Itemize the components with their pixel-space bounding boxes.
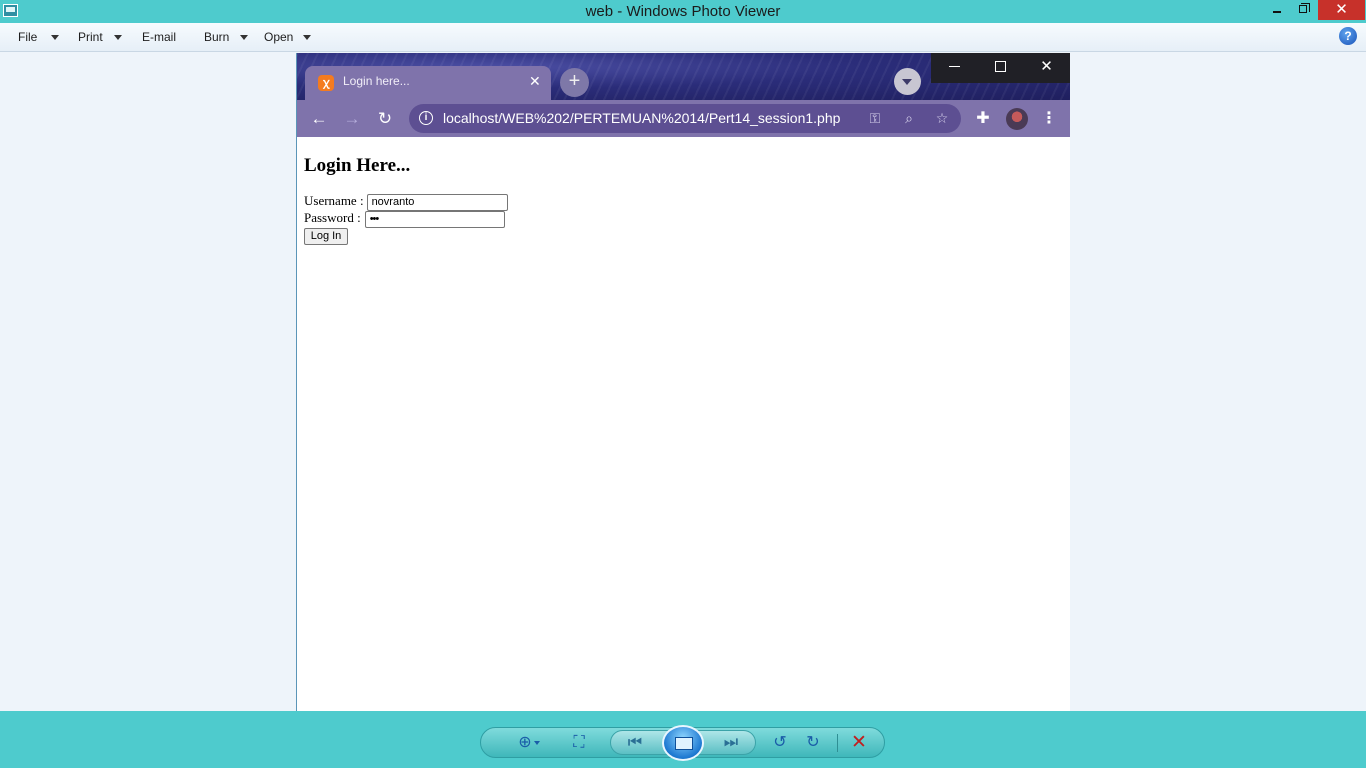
minimize-button[interactable] [1264, 0, 1290, 20]
slideshow-icon [675, 737, 693, 750]
tab-title: Login here... [343, 74, 410, 88]
slideshow-button[interactable] [662, 725, 704, 761]
previous-icon[interactable]: ⏮ [622, 728, 648, 757]
web-page: Login Here... Username : novranto Passwor… [297, 137, 1070, 711]
viewer-controls: ⊕ ⛶ ⏮ ⏭ ↺ ↻ ✕ [480, 725, 885, 761]
tab-close-icon[interactable]: ✕ [529, 66, 541, 100]
reload-icon[interactable]: ↻ [372, 100, 398, 137]
actual-size-icon[interactable]: ⛶ [567, 728, 591, 757]
browser-close-button[interactable]: ✕ [1023, 53, 1070, 81]
displayed-screenshot: ꭓ Login here... ✕ + ✕ ← → ↻ i localhost/… [296, 53, 1070, 711]
menu-open-dropdown-icon[interactable] [303, 35, 311, 40]
login-button[interactable]: Log In [304, 228, 348, 245]
site-info-icon[interactable]: i [419, 111, 433, 125]
address-bar[interactable]: i localhost/WEB%202/PERTEMUAN%2014/Pert1… [409, 104, 961, 133]
delete-icon[interactable]: ✕ [847, 728, 871, 757]
close-icon: ✕ [1040, 58, 1053, 75]
tab-search-icon[interactable] [894, 68, 921, 95]
password-row: Password : ••• [304, 210, 505, 228]
browser-menu-icon[interactable]: ⋮ [1036, 100, 1062, 137]
browser-tab[interactable]: ꭓ Login here... ✕ [305, 66, 551, 100]
photo-viewer-titlebar: web - Windows Photo Viewer ✕ [0, 0, 1366, 23]
browser-maximize-button[interactable] [977, 53, 1024, 81]
rotate-counterclockwise-icon[interactable]: ↺ [768, 728, 792, 757]
close-button[interactable]: ✕ [1318, 0, 1365, 20]
bookmark-star-icon[interactable]: ☆ [931, 104, 953, 133]
back-arrow-icon[interactable]: ← [306, 100, 332, 137]
menu-open[interactable]: Open [264, 23, 293, 51]
menu-burn[interactable]: Burn [204, 23, 229, 51]
menu-print[interactable]: Print [78, 23, 103, 51]
restore-button[interactable] [1290, 0, 1316, 20]
menu-file-dropdown-icon[interactable] [51, 35, 59, 40]
minimize-icon [949, 66, 960, 67]
xampp-favicon-icon: ꭓ [318, 75, 334, 91]
close-icon: ✕ [1335, 1, 1348, 18]
controls-divider [837, 734, 838, 752]
next-icon[interactable]: ⏭ [718, 728, 744, 757]
restore-icon [1299, 3, 1310, 13]
menu-email[interactable]: E-mail [142, 23, 176, 51]
browser-toolbar: ← → ↻ i localhost/WEB%202/PERTEMUAN%2014… [297, 100, 1070, 137]
username-label: Username : [304, 193, 364, 208]
new-tab-button[interactable]: + [560, 68, 589, 97]
minimize-icon [1273, 11, 1281, 13]
username-input[interactable]: novranto [366, 193, 508, 211]
profile-avatar[interactable] [1006, 108, 1028, 130]
url-text[interactable]: localhost/WEB%202/PERTEMUAN%2014/Pert14_… [443, 104, 840, 133]
help-icon[interactable]: ? [1339, 27, 1357, 45]
photo-viewer-menubar: File Print E-mail Burn Open ? [0, 23, 1366, 52]
forward-arrow-icon[interactable]: → [339, 100, 365, 137]
window-title: web - Windows Photo Viewer [585, 3, 781, 20]
photo-viewport: ꭓ Login here... ✕ + ✕ ← → ↻ i localhost/… [0, 53, 1366, 711]
extensions-puzzle-icon[interactable]: ✚ [970, 100, 996, 137]
rotate-clockwise-icon[interactable]: ↻ [801, 728, 825, 757]
maximize-icon [995, 61, 1006, 72]
username-row: Username : novranto [304, 193, 508, 211]
key-icon[interactable]: ⚿ [864, 104, 886, 133]
page-heading: Login Here... [304, 155, 411, 176]
menu-file[interactable]: File [18, 23, 37, 51]
browser-minimize-button[interactable] [931, 53, 978, 81]
menu-burn-dropdown-icon[interactable] [240, 35, 248, 40]
password-label: Password : [304, 210, 361, 225]
browser-window-controls: ✕ [931, 53, 1070, 83]
password-input[interactable]: ••• [364, 210, 505, 228]
menu-print-dropdown-icon[interactable] [114, 35, 122, 40]
zoom-magnifier-icon[interactable]: ⌕ [898, 104, 920, 133]
photo-viewer-controlbar: ⊕ ⛶ ⏮ ⏭ ↺ ↻ ✕ [0, 711, 1366, 768]
zoom-dropdown-icon[interactable] [534, 741, 540, 745]
